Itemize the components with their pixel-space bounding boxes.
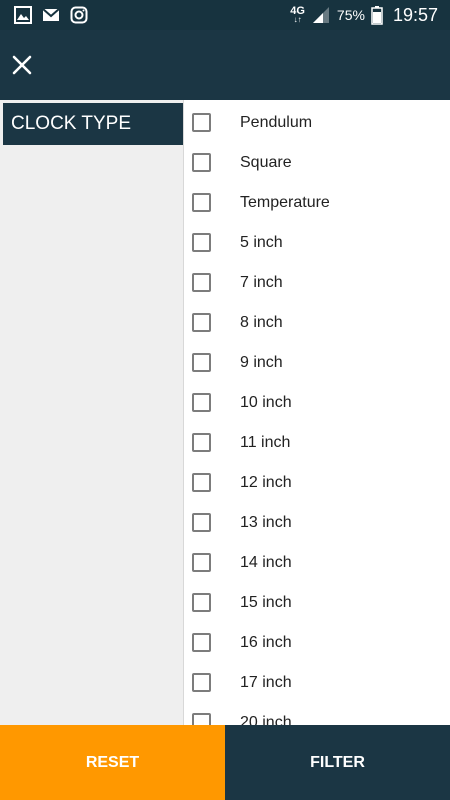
option-11-inch[interactable]: 11 inch: [183, 433, 450, 473]
filter-content: CLOCK TYPE Pendulum Square Temperature 5…: [0, 100, 450, 725]
option-7-inch[interactable]: 7 inch: [183, 273, 450, 313]
option-label: 8 inch: [240, 314, 283, 331]
option-label: 9 inch: [240, 354, 283, 371]
checkbox[interactable]: [192, 313, 211, 332]
reset-label: RESET: [85, 753, 140, 771]
option-label: Pendulum: [240, 114, 313, 131]
option-label: 7 inch: [240, 274, 283, 291]
checkbox[interactable]: [192, 593, 211, 612]
status-time: 19:57: [392, 4, 438, 25]
filter-button[interactable]: FILTER: [225, 725, 450, 800]
checkbox[interactable]: [192, 513, 211, 532]
close-icon[interactable]: [10, 53, 34, 77]
option-15-inch[interactable]: 15 inch: [183, 593, 450, 633]
option-label: Square: [240, 154, 292, 171]
category-clock-type[interactable]: CLOCK TYPE: [3, 103, 183, 145]
option-17-inch[interactable]: 17 inch: [183, 673, 450, 713]
bottom-action-bar: RESET FILTER: [0, 725, 450, 800]
signal-icon: [312, 7, 329, 23]
option-8-inch[interactable]: 8 inch: [183, 313, 450, 353]
checkbox[interactable]: [192, 473, 211, 492]
option-label: 11 inch: [240, 434, 291, 451]
status-bar: 4G ↓↑ 75% 19:57: [0, 0, 450, 30]
option-5-inch[interactable]: 5 inch: [183, 233, 450, 273]
battery-icon: [371, 6, 383, 25]
checkbox[interactable]: [192, 433, 211, 452]
checkbox[interactable]: [192, 153, 211, 172]
category-label: CLOCK TYPE: [11, 113, 132, 134]
checkbox[interactable]: [192, 553, 211, 572]
gallery-icon: [14, 6, 32, 24]
checkbox[interactable]: [192, 633, 211, 652]
option-20-inch[interactable]: 20 inch: [183, 713, 450, 725]
filter-label: FILTER: [310, 753, 365, 771]
checkbox[interactable]: [192, 113, 211, 132]
option-label: Temperature: [240, 194, 330, 211]
option-label: 17 inch: [240, 674, 292, 691]
checkbox[interactable]: [192, 233, 211, 252]
option-temperature[interactable]: Temperature: [183, 193, 450, 233]
option-13-inch[interactable]: 13 inch: [183, 513, 450, 553]
checkbox[interactable]: [192, 713, 211, 725]
option-label: 12 inch: [240, 474, 292, 491]
checkbox[interactable]: [192, 273, 211, 292]
checkbox[interactable]: [192, 353, 211, 372]
option-label: 10 inch: [240, 394, 292, 411]
instagram-icon: [70, 6, 88, 24]
option-10-inch[interactable]: 10 inch: [183, 393, 450, 433]
option-16-inch[interactable]: 16 inch: [183, 633, 450, 673]
network-indicator: 4G ↓↑: [290, 5, 305, 24]
option-label: 20 inch: [240, 714, 292, 725]
checkbox[interactable]: [192, 393, 211, 412]
category-sidebar: CLOCK TYPE: [0, 100, 184, 725]
options-list[interactable]: Pendulum Square Temperature 5 inch 7 inc…: [183, 100, 450, 725]
gmail-icon: [42, 8, 60, 21]
option-pendulum[interactable]: Pendulum: [183, 113, 450, 153]
option-label: 5 inch: [240, 234, 283, 251]
option-12-inch[interactable]: 12 inch: [183, 473, 450, 513]
reset-button[interactable]: RESET: [0, 725, 225, 800]
checkbox[interactable]: [192, 673, 211, 692]
checkbox[interactable]: [192, 193, 211, 212]
option-label: 16 inch: [240, 634, 292, 651]
option-14-inch[interactable]: 14 inch: [183, 553, 450, 593]
option-label: 13 inch: [240, 514, 292, 531]
option-label: 15 inch: [240, 594, 292, 611]
toolbar: [0, 30, 450, 100]
option-label: 14 inch: [240, 554, 292, 571]
option-square[interactable]: Square: [183, 153, 450, 193]
battery-percent: 75%: [336, 7, 365, 23]
option-9-inch[interactable]: 9 inch: [183, 353, 450, 393]
